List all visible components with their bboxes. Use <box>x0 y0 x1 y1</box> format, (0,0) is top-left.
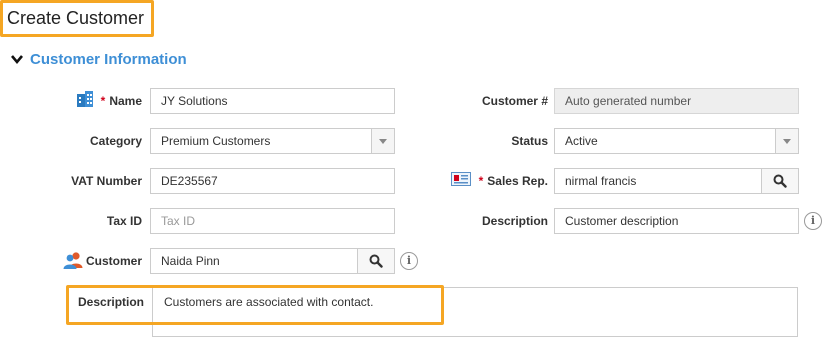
customer-field[interactable]: Naida Pinn <box>150 248 358 274</box>
right-description-label: Description <box>481 214 548 228</box>
name-field[interactable]: JY Solutions <box>150 88 395 114</box>
search-icon <box>369 254 383 268</box>
dropdown-arrow-icon <box>379 138 387 144</box>
tax-id-field[interactable]: Tax ID <box>150 208 395 234</box>
description-highlight <box>66 285 444 325</box>
customer-label: Customer <box>85 254 142 268</box>
info-icon[interactable]: i <box>804 212 822 230</box>
dropdown-arrow-icon <box>783 138 791 144</box>
customer-number-label: Customer # <box>481 94 548 108</box>
right-description-field[interactable]: Customer description <box>554 208 799 234</box>
sales-rep-label: * Sales Rep. <box>478 174 548 188</box>
customer-search-button[interactable] <box>357 248 395 274</box>
search-icon <box>773 174 787 188</box>
status-label: Status <box>511 134 548 148</box>
vat-field[interactable]: DE235567 <box>150 168 395 194</box>
status-select[interactable]: Active <box>554 128 776 154</box>
category-label: Category <box>89 134 142 148</box>
tax-id-label: Tax ID <box>106 214 142 228</box>
status-dropdown-arrow[interactable] <box>775 128 799 154</box>
id-card-icon <box>451 172 471 186</box>
section-header[interactable]: Customer Information <box>10 49 187 69</box>
sales-rep-search-button[interactable] <box>761 168 799 194</box>
customer-number-field: Auto generated number <box>554 88 799 114</box>
category-dropdown-arrow[interactable] <box>371 128 395 154</box>
page-title: Create Customer <box>0 0 154 37</box>
required-mark: * <box>100 94 106 108</box>
required-mark: * <box>478 174 484 188</box>
users-icon <box>63 252 83 269</box>
info-icon[interactable]: i <box>400 252 418 270</box>
name-label: * Name <box>100 94 142 108</box>
sales-rep-field[interactable]: nirmal francis <box>554 168 762 194</box>
vat-label: VAT Number <box>71 174 142 188</box>
section-title: Customer Information <box>30 50 187 68</box>
category-select[interactable]: Premium Customers <box>150 128 372 154</box>
building-icon <box>77 91 93 107</box>
chevron-down-icon[interactable] <box>10 52 24 66</box>
